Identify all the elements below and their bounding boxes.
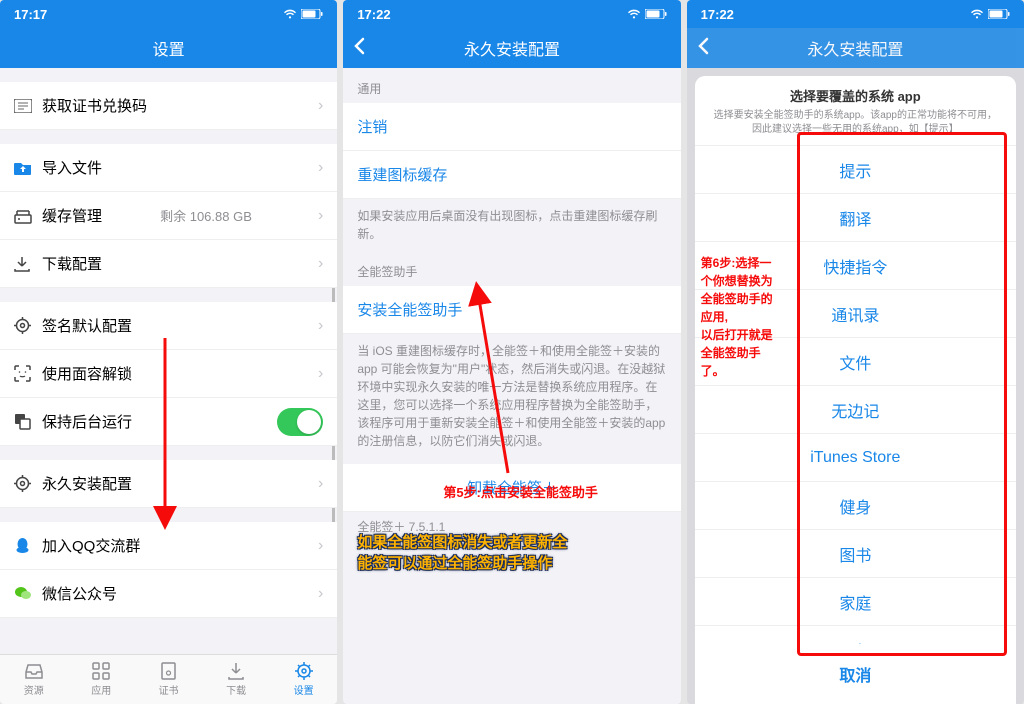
row-label: 下载配置 bbox=[42, 253, 102, 274]
row-logout[interactable]: 注销 bbox=[343, 103, 680, 151]
screen-settings: 17:17 设置 获取证书兑换码 › bbox=[0, 0, 337, 704]
face-id-icon bbox=[14, 365, 42, 382]
row-exchange-code[interactable]: 获取证书兑换码 › bbox=[0, 82, 337, 130]
ticket-icon bbox=[14, 99, 42, 113]
cancel-button[interactable]: 取消 bbox=[703, 652, 1008, 696]
wifi-icon bbox=[627, 7, 641, 22]
qq-icon bbox=[14, 537, 42, 554]
step5-annotation: 第5步:点击安装全能签助手 bbox=[443, 482, 598, 501]
chevron-right-icon: › bbox=[318, 475, 323, 493]
row-rebuild-cache[interactable]: 重建图标缓存 bbox=[343, 151, 680, 199]
gear-icon bbox=[295, 662, 313, 680]
chevron-right-icon: › bbox=[318, 207, 323, 225]
background-icon bbox=[14, 413, 42, 430]
section-header: 全能签助手 bbox=[343, 251, 680, 286]
row-label: 加入QQ交流群 bbox=[42, 535, 140, 556]
page-title: 永久安装配置 bbox=[807, 36, 903, 60]
wifi-icon bbox=[283, 7, 297, 22]
row-label: 注销 bbox=[357, 116, 387, 137]
gear-icon bbox=[14, 475, 42, 492]
row-wechat[interactable]: 微信公众号 › bbox=[0, 570, 337, 618]
chevron-right-icon: › bbox=[318, 537, 323, 555]
tab-settings[interactable]: 设置 bbox=[270, 655, 337, 704]
row-label: 缓存管理 bbox=[42, 205, 102, 226]
status-time: 17:22 bbox=[357, 7, 390, 22]
battery-icon bbox=[301, 7, 323, 22]
chevron-right-icon: › bbox=[318, 159, 323, 177]
row-label: 重建图标缓存 bbox=[357, 164, 447, 185]
tab-label: 设置 bbox=[294, 682, 314, 697]
battery-icon bbox=[988, 7, 1010, 22]
navbar: 永久安装配置 bbox=[687, 28, 1024, 68]
chevron-right-icon: › bbox=[318, 97, 323, 115]
status-time: 17:17 bbox=[14, 7, 47, 22]
status-time: 17:22 bbox=[701, 7, 734, 22]
row-label: 永久安装配置 bbox=[42, 473, 132, 494]
status-indicators bbox=[970, 7, 1010, 22]
tab-download[interactable]: 下载 bbox=[202, 655, 269, 704]
cert-icon bbox=[160, 662, 177, 680]
toggle-on[interactable] bbox=[277, 408, 323, 436]
tab-resource[interactable]: 资源 bbox=[0, 655, 67, 704]
folder-icon bbox=[14, 161, 42, 175]
row-label: 使用面容解锁 bbox=[42, 363, 132, 384]
navbar: 永久安装配置 bbox=[343, 28, 680, 68]
tab-cert[interactable]: 证书 bbox=[135, 655, 202, 704]
gear-icon bbox=[14, 317, 42, 334]
status-indicators bbox=[627, 7, 667, 22]
chevron-right-icon: › bbox=[318, 585, 323, 603]
page-title: 设置 bbox=[153, 36, 185, 60]
download-icon bbox=[14, 256, 42, 272]
download-icon bbox=[228, 662, 244, 680]
navbar: 设置 bbox=[0, 28, 337, 68]
section-header: 通用 bbox=[343, 68, 680, 103]
row-import[interactable]: 导入文件 › bbox=[0, 144, 337, 192]
cache-value: 剩余 106.88 GB bbox=[160, 206, 252, 225]
grid-icon bbox=[92, 662, 110, 680]
annotation-arrow bbox=[150, 338, 190, 538]
row-label: 导入文件 bbox=[42, 157, 102, 178]
battery-icon bbox=[645, 7, 667, 22]
cancel-label: 取消 bbox=[839, 662, 871, 686]
row-download[interactable]: 下载配置 › bbox=[0, 240, 337, 288]
back-icon[interactable] bbox=[697, 37, 709, 60]
status-bar: 17:22 bbox=[343, 0, 680, 28]
overlay-tip: 如果全能签图标消失或者更新全 能签可以通过全能签助手操作 bbox=[357, 532, 666, 574]
wifi-icon bbox=[970, 7, 984, 22]
screen-perm-install: 17:22 永久安装配置 通用 注销 重建图标缓存 如果安装应用后桌面没有出现图… bbox=[343, 0, 680, 704]
status-bar: 17:17 bbox=[0, 0, 337, 28]
sheet-title: 选择要覆盖的系统 app bbox=[711, 86, 1000, 105]
rebuild-note: 如果安装应用后桌面没有出现图标，点击重建图标缓存刷新。 bbox=[343, 199, 680, 251]
status-indicators bbox=[283, 7, 323, 22]
back-icon[interactable] bbox=[353, 37, 365, 60]
step6-annotation: 第6步:选择一个你想替换为全能签助手的应用, 以后打开就是全能签助手了。 bbox=[701, 254, 781, 380]
chevron-right-icon: › bbox=[318, 317, 323, 335]
tab-label: 证书 bbox=[159, 682, 179, 697]
row-label: 安装全能签助手 bbox=[357, 299, 462, 320]
highlight-box bbox=[797, 132, 1007, 656]
row-label: 获取证书兑换码 bbox=[42, 95, 147, 116]
row-label: 保持后台运行 bbox=[42, 411, 132, 432]
tab-apps[interactable]: 应用 bbox=[67, 655, 134, 704]
storage-icon bbox=[14, 208, 42, 224]
tray-icon bbox=[24, 662, 44, 680]
row-label: 微信公众号 bbox=[42, 583, 117, 604]
row-cache[interactable]: 缓存管理 剩余 106.88 GB › bbox=[0, 192, 337, 240]
status-bar: 17:22 bbox=[687, 0, 1024, 28]
tab-label: 下载 bbox=[226, 682, 246, 697]
tab-bar: 资源 应用 证书 下载 设置 bbox=[0, 654, 337, 704]
tab-label: 资源 bbox=[24, 682, 44, 697]
screen-choose-app: 17:22 永久安装配置 选择要覆盖的系统 app 选择要安装全能签助手的系统a… bbox=[687, 0, 1024, 704]
page-title: 永久安装配置 bbox=[464, 36, 560, 60]
tab-label: 应用 bbox=[91, 682, 111, 697]
wechat-icon bbox=[14, 586, 42, 601]
chevron-right-icon: › bbox=[318, 255, 323, 273]
row-label: 签名默认配置 bbox=[42, 315, 132, 336]
annotation-arrow bbox=[473, 288, 533, 478]
chevron-right-icon: › bbox=[318, 365, 323, 383]
